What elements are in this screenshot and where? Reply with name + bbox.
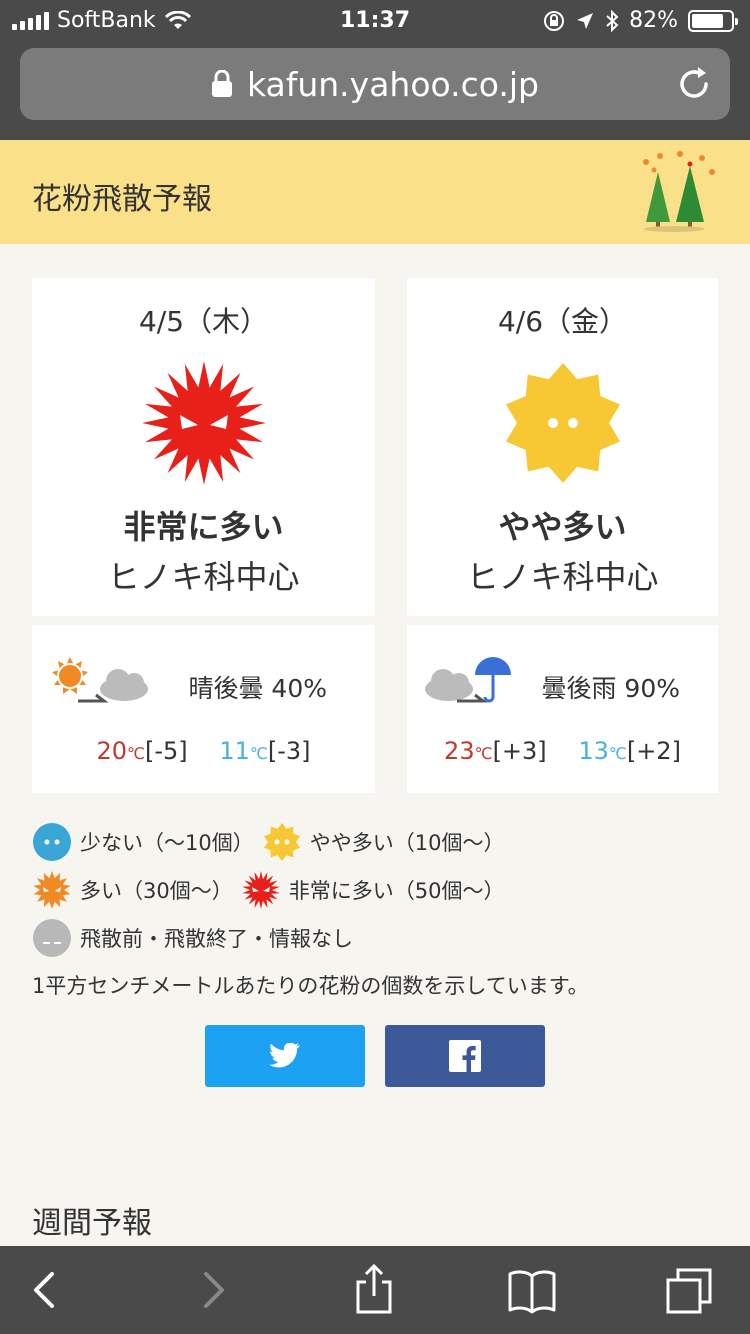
battery-icon (688, 9, 738, 32)
lock-icon (211, 70, 232, 97)
temperatures: 20℃[-5] 11℃[-3] (32, 737, 375, 765)
legend-somewhat: やや多い（10個〜） (262, 822, 504, 862)
legend-row: 多い（30個〜） 非常に多い（50個〜） (32, 866, 732, 914)
trees-icon (643, 151, 715, 232)
twitter-icon (269, 1043, 301, 1068)
unit-note: 1平方センチメートルあたりの花粉の個数を示しています。 (32, 974, 589, 998)
page-title: 花粉飛散予報 (32, 182, 212, 217)
legend-low: 少ない（〜10個） (32, 822, 254, 862)
pollen-low-icon (33, 823, 71, 861)
location-icon (577, 12, 594, 29)
temp-low-diff: [+2] (626, 737, 681, 765)
reload-icon[interactable] (674, 64, 714, 104)
day-card-0[interactable]: 4/5（木） 非常に多い ヒノキ科中心 (32, 278, 375, 616)
day-card-1[interactable]: 4/6（金） やや多い ヒノキ科中心 (407, 278, 718, 616)
weather-text: 曇後雨 90% (541, 674, 680, 703)
weekly-forecast-title: 週間予報 (32, 1206, 152, 1241)
pollen-high-icon (33, 871, 71, 909)
weather-card-1: 曇後雨 90% 23℃[+3] 13℃[+2] (407, 625, 718, 793)
tabs-icon[interactable] (664, 1264, 716, 1316)
legend-high: 多い（30個〜） (32, 870, 233, 910)
status-right: 82% (543, 8, 738, 33)
battery-fill (692, 13, 724, 28)
temp-low-diff: [-3] (267, 737, 311, 765)
facebook-icon (449, 1040, 481, 1072)
facebook-share-button[interactable] (385, 1025, 545, 1087)
temp-high: 23℃ (444, 737, 493, 765)
sun-icon (52, 657, 88, 694)
day-date: 4/6（金） (497, 305, 628, 338)
share-icon[interactable] (348, 1264, 400, 1316)
pollen-somewhat-high-icon (505, 363, 620, 483)
twitter-share-button[interactable] (205, 1025, 365, 1087)
page-header: 花粉飛散予報 (0, 140, 750, 244)
legend-very-high: 非常に多い（50個〜） (241, 870, 504, 910)
temp-low: 13℃ (578, 737, 627, 765)
pollen-very-high-icon (242, 871, 280, 909)
browser-chrome: SoftBank 11:37 82% kafun.yahoo.co.jp (0, 0, 750, 140)
day-date: 4/5（木） (138, 305, 269, 338)
bookmarks-icon[interactable] (506, 1264, 558, 1316)
cloud-then-rain-icon (425, 657, 511, 703)
url-text: kafun.yahoo.co.jp (246, 64, 539, 104)
legend-none: 飛散前・飛散終了・情報なし (32, 918, 353, 958)
battery-percent: 82% (629, 8, 678, 33)
browser-toolbar (0, 1246, 750, 1334)
orientation-lock-icon (544, 10, 565, 31)
temperatures: 23℃[+3] 13℃[+2] (407, 737, 718, 765)
url-bar[interactable]: kafun.yahoo.co.jp (20, 48, 730, 120)
weather-text: 晴後曇 40% (188, 674, 327, 703)
weather-card-0: 晴後曇 40% 20℃[-5] 11℃[-3] (32, 625, 375, 793)
sun-then-cloud-icon (52, 657, 148, 703)
pollen-somewhat-high-icon (263, 823, 300, 861)
pollen-none-icon (33, 919, 71, 957)
pollen-type: ヒノキ科中心 (466, 558, 659, 596)
pollen-level: やや多い (498, 508, 627, 546)
legend-row: 飛散前・飛散終了・情報なし (32, 914, 732, 962)
pollen-very-high-icon (141, 361, 266, 485)
pollen-legend: 少ない（〜10個） やや多い（10個〜） 多い（30個〜） 非常に多い（50個〜… (32, 818, 732, 962)
bluetooth-icon (606, 9, 619, 32)
pollen-level: 非常に多い (123, 508, 284, 546)
temp-high-diff: [+3] (492, 737, 547, 765)
forward-icon[interactable] (186, 1264, 238, 1316)
pollen-type: ヒノキ科中心 (107, 558, 300, 596)
temp-high-diff: [-5] (145, 737, 188, 765)
temp-low: 11℃ (219, 737, 268, 765)
umbrella-icon (475, 657, 511, 703)
status-bar: SoftBank 11:37 82% (0, 0, 750, 42)
legend-row: 少ない（〜10個） やや多い（10個〜） (32, 818, 732, 866)
temp-high: 20℃ (96, 737, 146, 765)
cloud-icon (100, 669, 148, 701)
back-icon[interactable] (20, 1264, 72, 1316)
cloud-icon (425, 669, 473, 701)
